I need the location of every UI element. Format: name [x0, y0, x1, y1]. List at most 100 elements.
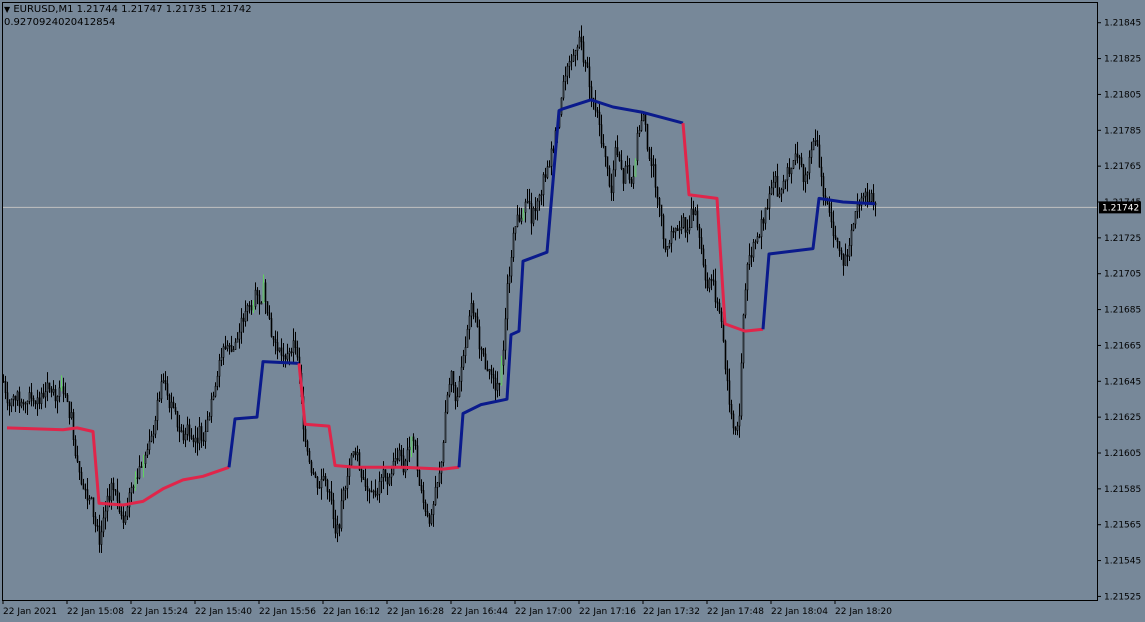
candle: [158, 391, 161, 403]
candle: [344, 485, 347, 501]
candle: [874, 201, 877, 217]
candle: [720, 307, 723, 329]
candle: [48, 382, 51, 393]
candle-body: [164, 380, 167, 385]
price-chart[interactable]: 1.21845 1.21825 1.21805 1.21785 1.21765 1.217…: [0, 0, 1145, 622]
candle-body: [850, 229, 853, 246]
candle: [706, 272, 709, 292]
candle: [572, 48, 575, 63]
candle-body: [482, 348, 485, 355]
candle-body: [750, 255, 753, 258]
candle-body: [840, 250, 843, 255]
candle-body: [290, 351, 293, 354]
candle: [758, 233, 761, 239]
candle-body: [852, 223, 855, 231]
candle: [784, 179, 787, 190]
candle: [428, 512, 431, 527]
y-tick-label: 1.21605: [1104, 449, 1141, 459]
candle-body: [92, 497, 95, 518]
candle-body: [418, 470, 421, 486]
dropdown-triangle-icon[interactable]: ▼: [4, 5, 10, 14]
candle: [582, 35, 585, 67]
x-tick-label: 22 Jan 18:04: [771, 607, 828, 617]
candle-body: [34, 400, 37, 405]
candle: [854, 211, 857, 229]
candle-body: [746, 263, 749, 291]
candle: [648, 146, 651, 162]
candle: [560, 97, 563, 117]
candle-body: [848, 245, 851, 257]
candle: [552, 145, 555, 154]
candle-body: [758, 236, 761, 238]
candle-body: [104, 510, 107, 519]
candle-body: [496, 382, 499, 391]
candle: [576, 44, 579, 61]
candle: [138, 455, 141, 480]
candle: [460, 356, 463, 392]
candle-body: [262, 282, 265, 304]
candle-body: [526, 200, 529, 203]
candle-body: [420, 485, 423, 491]
candle-body: [6, 392, 9, 404]
candle-body: [24, 403, 27, 405]
candle: [312, 468, 315, 476]
candle-body: [56, 396, 59, 402]
candle: [184, 427, 187, 448]
candle-body: [184, 433, 187, 441]
candle-body: [648, 148, 651, 159]
candle-body: [390, 473, 393, 478]
candle: [818, 135, 821, 168]
candle-body: [102, 517, 105, 533]
candle-body: [622, 168, 625, 184]
x-tick-label: 22 Jan 15:56: [259, 607, 316, 617]
y-tick-label: 1.21665: [1104, 341, 1141, 351]
candle: [518, 207, 521, 223]
candle: [718, 298, 721, 314]
candle: [450, 370, 453, 393]
candle-body: [382, 469, 385, 478]
candle-body: [378, 481, 381, 495]
candle: [90, 496, 93, 500]
y-tick-label: 1.21525: [1104, 592, 1141, 602]
candle-body: [332, 499, 335, 520]
candle-body: [674, 227, 677, 233]
candle: [590, 80, 593, 108]
candle-body: [238, 331, 241, 340]
candle: [624, 160, 627, 184]
candle: [628, 158, 631, 184]
candle-body: [572, 55, 575, 62]
candle-body: [618, 154, 621, 161]
candle: [798, 154, 801, 170]
candle: [642, 113, 645, 122]
candle: [638, 125, 641, 137]
candle-body: [126, 506, 129, 517]
candle: [762, 217, 765, 231]
candle-body: [8, 402, 11, 407]
candle-body: [380, 477, 383, 482]
candle-body: [582, 41, 585, 63]
candle: [492, 367, 495, 389]
candle: [494, 370, 497, 403]
candle-body: [260, 302, 263, 305]
chart-window[interactable]: 1.21845 1.21825 1.21805 1.21785 1.21765 1.217…: [0, 0, 1145, 622]
candle: [504, 307, 507, 360]
candle-body: [730, 404, 733, 415]
candle: [646, 123, 649, 152]
candle: [566, 63, 569, 85]
candle-body: [624, 165, 627, 184]
candle: [390, 465, 393, 486]
candle-body: [510, 256, 513, 277]
candle: [66, 392, 69, 403]
candle-body: [208, 415, 211, 421]
candle-body: [414, 440, 417, 447]
candle-body: [28, 392, 31, 402]
candle: [74, 435, 77, 459]
candle-body: [318, 487, 321, 489]
candle: [786, 163, 789, 192]
candle: [24, 401, 27, 414]
candle-body: [702, 248, 705, 266]
candle: [146, 443, 149, 459]
candle: [10, 398, 13, 413]
candle-body: [780, 189, 783, 195]
candle-body: [2, 380, 5, 383]
